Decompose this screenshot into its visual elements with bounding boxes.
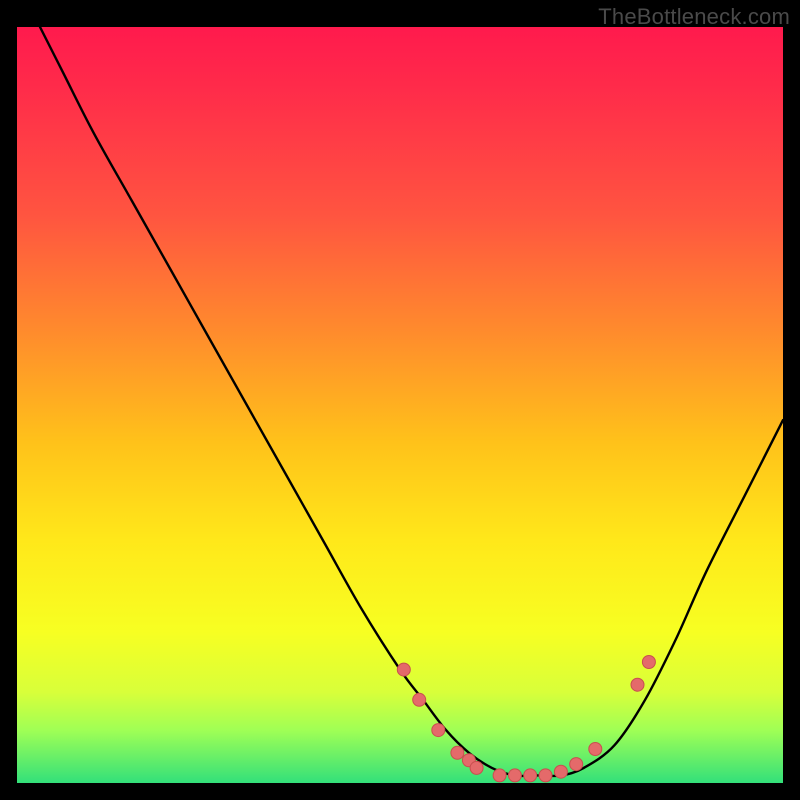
data-point xyxy=(642,656,655,669)
data-point xyxy=(589,743,602,756)
data-point xyxy=(470,761,483,774)
data-point xyxy=(554,765,567,778)
data-point xyxy=(397,663,410,676)
chart-frame: TheBottleneck.com xyxy=(0,0,800,800)
curve-layer xyxy=(17,27,783,783)
data-point xyxy=(432,724,445,737)
data-point xyxy=(493,769,506,782)
data-point xyxy=(570,758,583,771)
bottleneck-curve xyxy=(40,27,783,776)
plot-area xyxy=(17,27,783,783)
data-point xyxy=(508,769,521,782)
data-point xyxy=(539,769,552,782)
data-point xyxy=(524,769,537,782)
data-point xyxy=(413,693,426,706)
data-point xyxy=(631,678,644,691)
data-point xyxy=(451,746,464,759)
